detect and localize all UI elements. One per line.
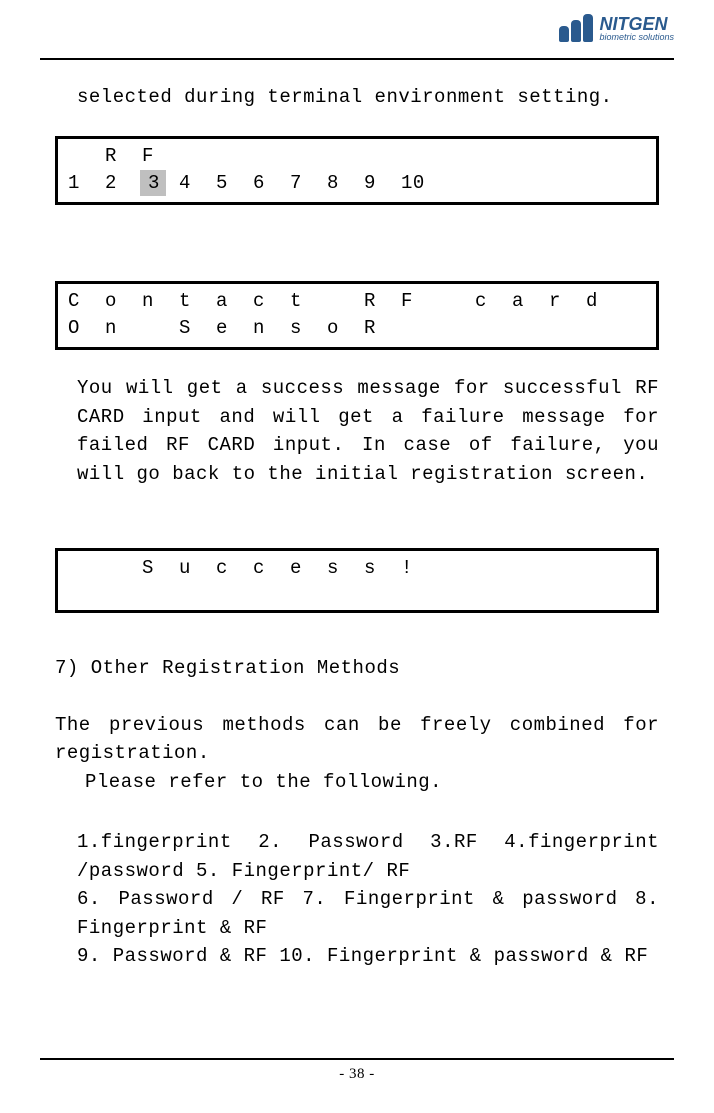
lcd-cell: [547, 315, 584, 342]
lcd-cell: c: [214, 555, 251, 582]
lcd-cell: [66, 143, 103, 170]
lcd-cell: n: [140, 288, 177, 315]
logo-title: NITGEN: [599, 15, 674, 33]
lcd-cell: [510, 555, 547, 582]
lcd-cell: 3: [140, 170, 166, 197]
lcd-cell: 5: [214, 170, 251, 197]
logo-subtitle: biometric solutions: [599, 33, 674, 42]
page-content: selected during terminal environment set…: [0, 86, 714, 971]
lcd-cell: S: [140, 555, 177, 582]
lcd-cell: [140, 315, 177, 342]
lcd-cell: n: [251, 315, 288, 342]
logo-bars-icon: [559, 14, 593, 42]
lcd-cell: [547, 555, 584, 582]
lcd-cell: [214, 143, 251, 170]
para-line: 9. Password & RF 10. Fingerprint & passw…: [77, 945, 648, 967]
lcd-cell: [473, 315, 510, 342]
lcd-cell: 8: [325, 170, 362, 197]
lcd-cell: R: [103, 143, 140, 170]
lcd-cell: [325, 143, 362, 170]
page-footer: - 38 -: [40, 1058, 674, 1083]
lcd-box-contact: ContactRFcard OnSensoR: [55, 281, 659, 350]
success-paragraph: You will get a success message for succe…: [77, 374, 659, 488]
lcd-cell: [103, 555, 140, 582]
logo: NITGEN biometric solutions: [559, 14, 674, 42]
lcd-cell: u: [177, 555, 214, 582]
lcd-row: OnSensoR: [66, 315, 648, 342]
combine-paragraph: The previous methods can be freely combi…: [55, 711, 659, 797]
lcd-box-rf-select: RF 12345678910: [55, 136, 659, 205]
page-number: - 38 -: [339, 1066, 375, 1082]
lcd-cell: a: [214, 288, 251, 315]
lcd-box-success: Success!: [55, 548, 659, 613]
lcd-cell: c: [251, 555, 288, 582]
lcd-cell: [399, 315, 436, 342]
methods-list: 1.fingerprint 2. Password 3.RF 4.fingerp…: [77, 828, 659, 971]
lcd-cell: t: [177, 288, 214, 315]
lcd-cell: [325, 288, 362, 315]
lcd-cell: [584, 315, 621, 342]
para-line: 6. Password / RF 7. Fingerprint & passwo…: [77, 888, 659, 939]
lcd-cell: [436, 315, 473, 342]
lcd-cell: e: [214, 315, 251, 342]
lcd-cell: t: [288, 288, 325, 315]
lcd-cell: o: [103, 288, 140, 315]
lcd-cell: [399, 143, 436, 170]
lcd-cell: R: [362, 288, 399, 315]
lcd-row: Success!: [66, 555, 648, 582]
lcd-cell: C: [66, 288, 103, 315]
lcd-cell: [436, 555, 473, 582]
lcd-cell: O: [66, 315, 103, 342]
lcd-cell: F: [140, 143, 177, 170]
lcd-cell: c: [473, 288, 510, 315]
lcd-cell: c: [251, 288, 288, 315]
lcd-cell: 1: [66, 170, 103, 197]
lcd-cell: [436, 288, 473, 315]
lcd-cell: e: [288, 555, 325, 582]
lcd-cell: r: [547, 288, 584, 315]
para-line: 1.fingerprint 2. Password 3.RF 4.fingerp…: [77, 831, 659, 882]
lcd-cell: 9: [362, 170, 399, 197]
lcd-cell: [473, 555, 510, 582]
lcd-cell: d: [584, 288, 621, 315]
lcd-cell: o: [325, 315, 362, 342]
lcd-cell: n: [103, 315, 140, 342]
lcd-cell: 4: [177, 170, 214, 197]
lcd-cell: s: [325, 555, 362, 582]
para-line: The previous methods can be freely combi…: [55, 714, 659, 765]
lcd-cell: [510, 315, 547, 342]
lcd-row: RF: [66, 143, 648, 170]
lcd-cell: F: [399, 288, 436, 315]
lcd-cell: [66, 555, 103, 582]
lcd-cell: R: [362, 315, 399, 342]
lcd-cell: [177, 143, 214, 170]
lcd-cell: S: [177, 315, 214, 342]
lcd-cell: 2: [103, 170, 140, 197]
lcd-row: 12345678910: [66, 170, 648, 197]
para-line: Please refer to the following.: [85, 771, 442, 793]
lcd-cell: a: [510, 288, 547, 315]
section-title: 7) Other Registration Methods: [55, 657, 659, 679]
lcd-cell: 7: [288, 170, 325, 197]
lcd-cell: [362, 143, 399, 170]
lcd-cell: 6: [251, 170, 288, 197]
lcd-cell: [251, 143, 288, 170]
lcd-cell: [288, 143, 325, 170]
lcd-cell: 10: [399, 170, 436, 197]
page-header: NITGEN biometric solutions: [40, 0, 674, 60]
intro-text: selected during terminal environment set…: [77, 86, 659, 108]
lcd-cell: [584, 555, 621, 582]
lcd-row: ContactRFcard: [66, 288, 648, 315]
lcd-cell: s: [362, 555, 399, 582]
lcd-cell: s: [288, 315, 325, 342]
lcd-cell: !: [399, 555, 436, 582]
